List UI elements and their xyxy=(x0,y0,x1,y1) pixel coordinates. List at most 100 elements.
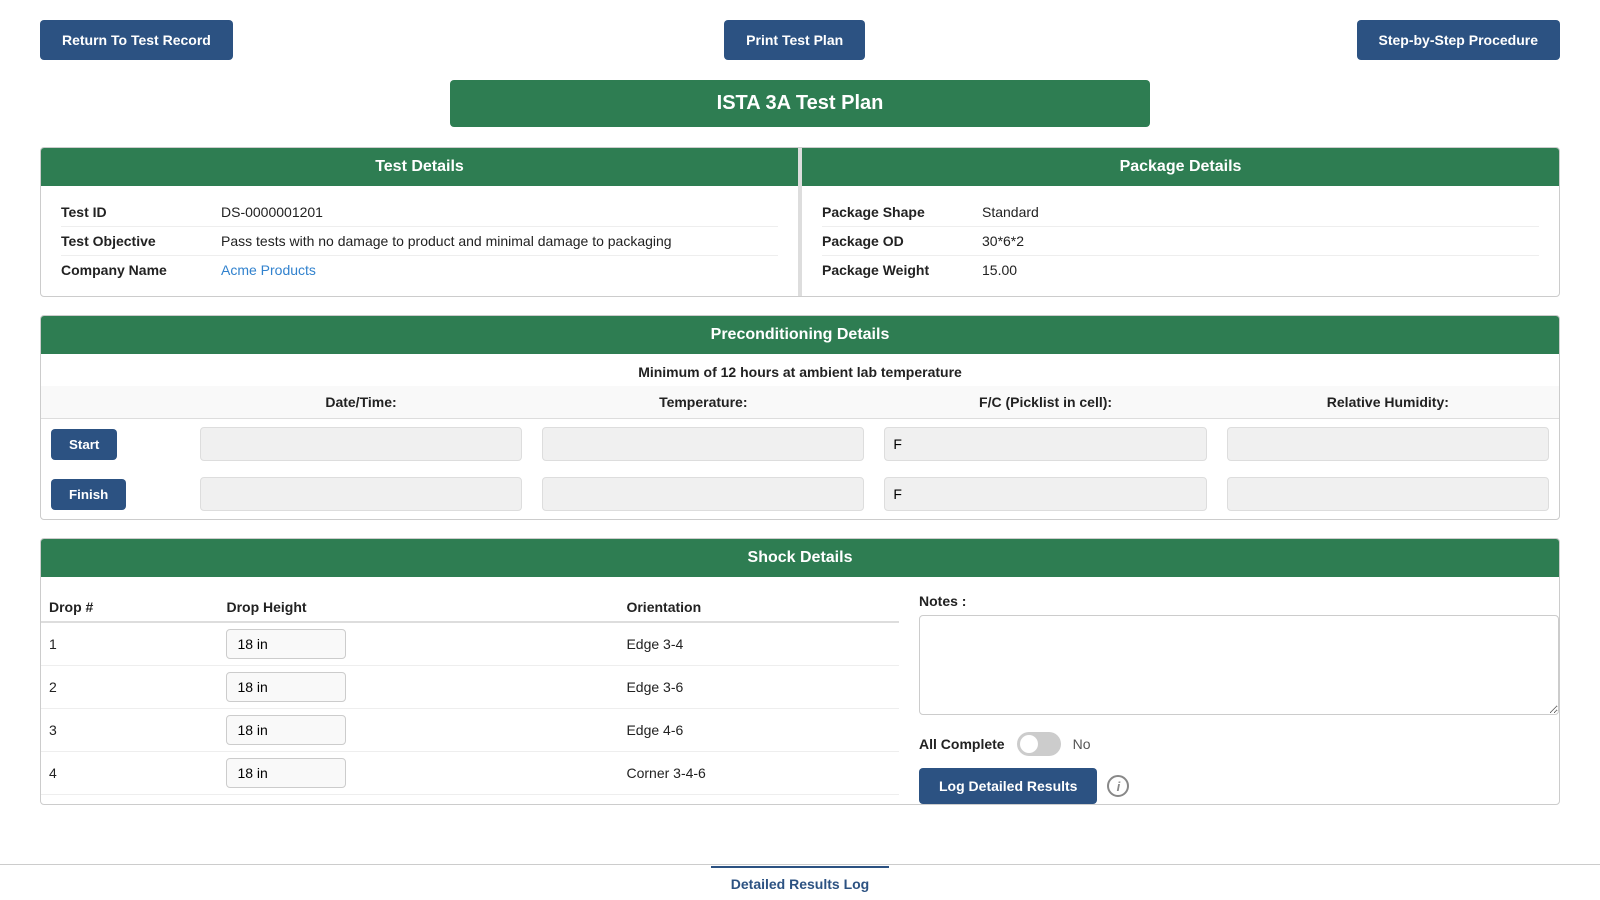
drop-num-cell: 3 xyxy=(41,709,218,752)
orientation-col: Orientation xyxy=(618,593,899,622)
all-complete-label: All Complete xyxy=(919,736,1005,752)
company-name-label: Company Name xyxy=(61,262,221,278)
orientation-cell: Corner 3-4-6 xyxy=(618,752,899,795)
bottom-bar: Detailed Results Log xyxy=(0,864,1600,900)
test-details-section: Test Details Test ID DS-0000001201 Test … xyxy=(41,148,798,296)
package-details-header: Package Details xyxy=(802,148,1559,186)
drop-height-input-1[interactable] xyxy=(226,629,346,659)
table-row: 4 Corner 3-4-6 xyxy=(41,752,899,795)
finish-humidity-input[interactable] xyxy=(1227,477,1549,511)
drop-height-col: Drop Height xyxy=(218,593,618,622)
shock-details-section: Shock Details Drop # Drop Height Orienta… xyxy=(40,538,1560,805)
precon-start-datetime-cell[interactable] xyxy=(190,419,532,470)
test-objective-row: Test Objective Pass tests with no damage… xyxy=(61,227,778,256)
finish-datetime-input[interactable] xyxy=(200,477,522,511)
precon-start-temp-cell[interactable] xyxy=(532,419,874,470)
package-details-section: Package Details Package Shape Standard P… xyxy=(802,148,1559,296)
shock-details-header: Shock Details xyxy=(41,539,1559,577)
orientation-cell: Edge 3-4 xyxy=(618,622,899,666)
shock-grid: Drop # Drop Height Orientation 1 Edge 3-… xyxy=(41,577,1559,804)
notes-textarea[interactable] xyxy=(919,615,1559,715)
package-od-label: Package OD xyxy=(822,233,982,249)
package-od-value: 30*6*2 xyxy=(982,233,1024,249)
precon-finish-humidity-cell[interactable] xyxy=(1217,469,1559,519)
precon-finish-fc-cell[interactable] xyxy=(874,469,1216,519)
log-results-row: Log Detailed Results i xyxy=(919,768,1559,804)
precon-start-row: Start xyxy=(41,419,1559,470)
all-complete-toggle[interactable] xyxy=(1017,732,1061,756)
drop-height-input-4[interactable] xyxy=(226,758,346,788)
return-to-test-record-button[interactable]: Return To Test Record xyxy=(40,20,233,60)
drop-height-cell[interactable] xyxy=(218,709,618,752)
preconditioning-section: Preconditioning Details Minimum of 12 ho… xyxy=(40,315,1560,520)
precon-start-btn-cell: Start xyxy=(41,419,190,470)
precon-header-row: Date/Time: Temperature: F/C (Picklist in… xyxy=(41,386,1559,419)
details-row: Test Details Test ID DS-0000001201 Test … xyxy=(40,147,1560,297)
test-details-header: Test Details xyxy=(41,148,798,186)
drop-num-cell: 2 xyxy=(41,666,218,709)
drop-height-input-3[interactable] xyxy=(226,715,346,745)
finish-button[interactable]: Finish xyxy=(51,479,126,510)
page-title: ISTA 3A Test Plan xyxy=(450,80,1150,127)
preconditioning-note: Minimum of 12 hours at ambient lab tempe… xyxy=(41,354,1559,386)
finish-temperature-input[interactable] xyxy=(542,477,864,511)
drop-num-col: Drop # xyxy=(41,593,218,622)
package-weight-value: 15.00 xyxy=(982,262,1017,278)
package-od-row: Package OD 30*6*2 xyxy=(822,227,1539,256)
start-humidity-input[interactable] xyxy=(1227,427,1549,461)
test-id-value: DS-0000001201 xyxy=(221,204,323,220)
drop-height-cell[interactable] xyxy=(218,666,618,709)
preconditioning-body: Minimum of 12 hours at ambient lab tempe… xyxy=(41,354,1559,519)
drop-num-cell: 4 xyxy=(41,752,218,795)
detailed-results-log-tab[interactable]: Detailed Results Log xyxy=(711,866,889,900)
preconditioning-header: Preconditioning Details xyxy=(41,316,1559,354)
table-row: 3 Edge 4-6 xyxy=(41,709,899,752)
precon-humidity-col: Relative Humidity: xyxy=(1217,386,1559,419)
detailed-results-log-tab-label: Detailed Results Log xyxy=(731,876,869,892)
print-test-plan-button[interactable]: Print Test Plan xyxy=(724,20,865,60)
shock-table-container: Drop # Drop Height Orientation 1 Edge 3-… xyxy=(41,593,899,804)
test-objective-value: Pass tests with no damage to product and… xyxy=(221,233,672,249)
precon-finish-datetime-cell[interactable] xyxy=(190,469,532,519)
drop-height-input-2[interactable] xyxy=(226,672,346,702)
precon-start-fc-cell[interactable] xyxy=(874,419,1216,470)
table-row: 1 Edge 3-4 xyxy=(41,622,899,666)
shock-right-panel: Notes : All Complete No Log Detailed Res… xyxy=(919,593,1559,804)
company-name-link[interactable]: Acme Products xyxy=(221,262,316,278)
start-datetime-input[interactable] xyxy=(200,427,522,461)
precon-datetime-col: Date/Time: xyxy=(190,386,532,419)
toggle-no-label: No xyxy=(1073,736,1091,752)
start-fc-input[interactable] xyxy=(884,427,1206,461)
test-id-label: Test ID xyxy=(61,204,221,220)
drop-height-cell[interactable] xyxy=(218,622,618,666)
table-row: 2 Edge 3-6 xyxy=(41,666,899,709)
precon-start-humidity-cell[interactable] xyxy=(1217,419,1559,470)
precon-finish-temp-cell[interactable] xyxy=(532,469,874,519)
package-details-body: Package Shape Standard Package OD 30*6*2… xyxy=(802,186,1559,296)
package-shape-label: Package Shape xyxy=(822,204,982,220)
finish-fc-input[interactable] xyxy=(884,477,1206,511)
package-weight-label: Package Weight xyxy=(822,262,982,278)
test-objective-label: Test Objective xyxy=(61,233,221,249)
precon-action-col xyxy=(41,386,190,419)
start-temperature-input[interactable] xyxy=(542,427,864,461)
info-icon[interactable]: i xyxy=(1107,775,1129,797)
drop-num-cell: 1 xyxy=(41,622,218,666)
start-button[interactable]: Start xyxy=(51,429,117,460)
notes-label: Notes : xyxy=(919,593,1559,609)
test-details-body: Test ID DS-0000001201 Test Objective Pas… xyxy=(41,186,798,296)
precon-temperature-col: Temperature: xyxy=(532,386,874,419)
package-shape-row: Package Shape Standard xyxy=(822,198,1539,227)
step-by-step-procedure-button[interactable]: Step-by-Step Procedure xyxy=(1357,20,1560,60)
precon-finish-row: Finish xyxy=(41,469,1559,519)
log-detailed-results-button[interactable]: Log Detailed Results xyxy=(919,768,1097,804)
shock-table: Drop # Drop Height Orientation 1 Edge 3-… xyxy=(41,593,899,795)
drop-height-cell[interactable] xyxy=(218,752,618,795)
shock-header-row: Drop # Drop Height Orientation xyxy=(41,593,899,622)
precon-finish-btn-cell: Finish xyxy=(41,469,190,519)
company-name-row: Company Name Acme Products xyxy=(61,256,778,284)
orientation-cell: Edge 4-6 xyxy=(618,709,899,752)
orientation-cell: Edge 3-6 xyxy=(618,666,899,709)
precon-fc-col: F/C (Picklist in cell): xyxy=(874,386,1216,419)
package-shape-value: Standard xyxy=(982,204,1039,220)
